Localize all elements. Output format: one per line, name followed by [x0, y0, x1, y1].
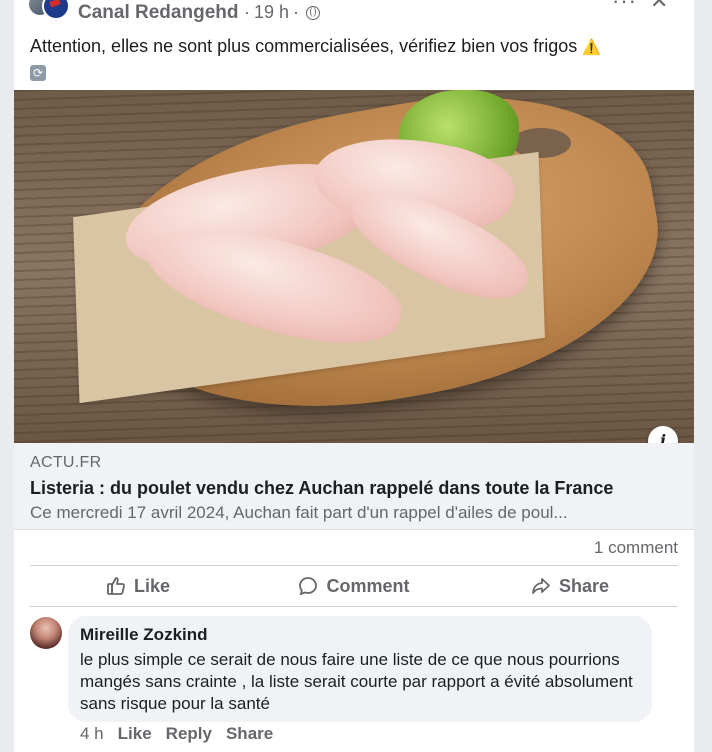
warning-icon: ⚠️ [582, 39, 601, 56]
comment-text: le plus simple ce serait de nous faire u… [80, 650, 633, 713]
cycle-icon: ⟳ [30, 65, 46, 82]
share-button[interactable]: Share [462, 566, 678, 606]
link-preview[interactable]: ACTU.FR Listeria : du poulet vendu chez … [14, 443, 694, 530]
meta-separator-2: · [293, 2, 300, 22]
post-time-link[interactable]: 19 h [254, 2, 289, 23]
share-label: Share [558, 575, 610, 596]
post-card: Canal Redangehd · 19 h · ··· ✕ Attention… [14, 0, 694, 752]
like-button[interactable]: Like [30, 566, 246, 606]
page-avatar[interactable] [28, 0, 70, 22]
comment-actions: 4 h Like Reply Share [80, 724, 273, 744]
comment-bubble: Mireille Zozkind le plus simple ce serai… [68, 616, 652, 722]
close-icon[interactable]: ✕ [650, 0, 668, 14]
comment-count[interactable]: 1 comment [594, 538, 678, 558]
post-meta: · 19 h · [244, 2, 321, 23]
thumbs-up-icon [107, 577, 125, 595]
comment-time[interactable]: 4 h [80, 724, 104, 744]
comment-author[interactable]: Mireille Zozkind [80, 625, 208, 645]
post-text-body: Attention, elles ne sont plus commercial… [30, 36, 578, 56]
more-icon[interactable]: ··· [612, 0, 637, 14]
comment-like-button[interactable]: Like [118, 724, 152, 744]
comment-share-button[interactable]: Share [226, 724, 273, 744]
post-image[interactable] [14, 90, 694, 443]
like-label: Like [133, 575, 171, 596]
comment-icon [299, 577, 318, 596]
globe-icon [306, 5, 321, 20]
meta-separator: · [244, 2, 250, 22]
commenter-avatar[interactable] [30, 617, 62, 649]
comment-button[interactable]: Comment [246, 566, 462, 606]
page-name-link[interactable]: Canal Redangehd [78, 2, 238, 24]
avatar-front [42, 0, 70, 20]
share-icon [532, 578, 550, 594]
post-text: Attention, elles ne sont plus commercial… [30, 34, 690, 84]
action-bar: Like Comment Share [30, 565, 678, 607]
comment-label: Comment [326, 575, 410, 596]
link-description: Ce mercredi 17 avril 2024, Auchan fait p… [30, 503, 568, 522]
link-title[interactable]: Listeria : du poulet vendu chez Auchan r… [30, 478, 613, 499]
link-domain: ACTU.FR [30, 454, 102, 471]
comment-reply-button[interactable]: Reply [166, 724, 212, 744]
